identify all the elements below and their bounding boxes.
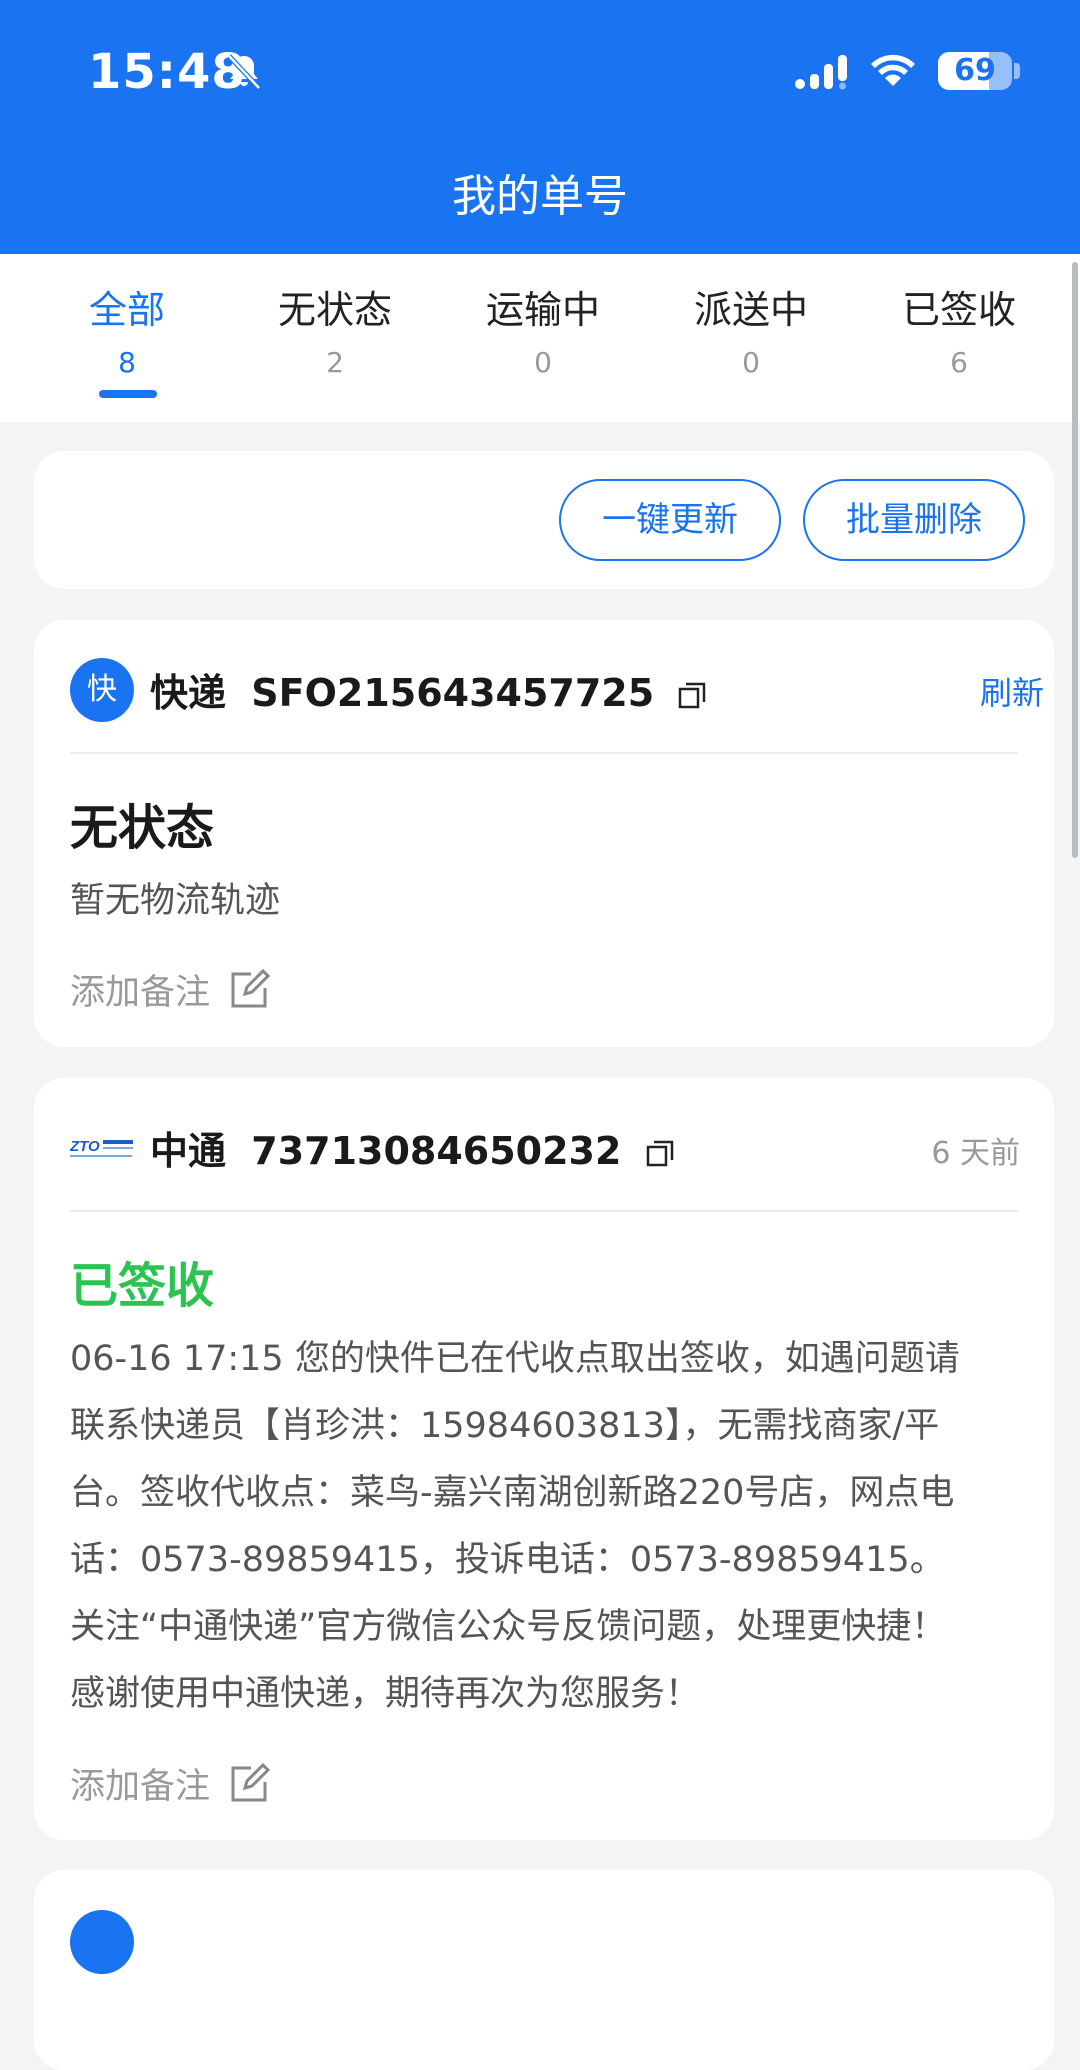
copy-icon[interactable] bbox=[677, 681, 707, 711]
refresh-link[interactable]: 刷新 bbox=[980, 668, 1044, 714]
order-card[interactable]: 快 快递 SFO215643457725 刷新 无状态 暂无物流轨迹 添加备注 bbox=[34, 620, 1054, 1047]
update-all-button[interactable]: 一键更新 bbox=[559, 479, 781, 561]
card-divider bbox=[70, 752, 1018, 754]
tab-no-status[interactable]: 无状态 2 bbox=[231, 284, 439, 379]
tab-label: 全部 bbox=[88, 288, 165, 332]
carrier-and-number: 快递 SFO215643457725 bbox=[150, 662, 707, 717]
edit-icon bbox=[231, 968, 271, 1008]
order-card-header: 快 快递 SFO215643457725 bbox=[70, 620, 1020, 754]
wifi-icon bbox=[871, 54, 915, 86]
action-bar: 一键更新 批量删除 bbox=[34, 451, 1054, 589]
add-note-button[interactable]: 添加备注 bbox=[70, 1758, 271, 1809]
bell-slash-icon bbox=[227, 54, 261, 90]
tab-count: 6 bbox=[950, 346, 968, 379]
tab-signed[interactable]: 已签收 6 bbox=[855, 284, 1063, 379]
carrier-name: 中通 bbox=[150, 1129, 227, 1173]
order-card[interactable] bbox=[34, 1870, 1054, 2070]
status-tabs: 全部 8 无状态 2 运输中 0 派送中 0 已签收 6 bbox=[0, 254, 1080, 422]
description-line: 联系快递员【肖珍洪：15984603813】，无需找商家/平 bbox=[70, 1406, 940, 1446]
order-description: 暂无物流轨迹 bbox=[70, 881, 281, 921]
tab-all[interactable]: 全部 8 bbox=[23, 284, 231, 379]
tracking-number: SFO215643457725 bbox=[251, 671, 655, 715]
battery-cap bbox=[1014, 63, 1020, 79]
tab-label: 派送中 bbox=[693, 288, 808, 332]
app-header: 15:48 69 我的单号 bbox=[0, 0, 1080, 254]
tab-delivering[interactable]: 派送中 0 bbox=[647, 284, 855, 379]
carrier-and-number: 中通 73713084650232 bbox=[150, 1120, 675, 1175]
tab-in-transit[interactable]: 运输中 0 bbox=[439, 284, 647, 379]
tab-label: 无状态 bbox=[277, 288, 392, 332]
tab-count: 8 bbox=[118, 346, 136, 379]
carrier-name: 快递 bbox=[150, 671, 227, 715]
battery-icon: 69 bbox=[938, 52, 1012, 90]
edit-icon bbox=[231, 1762, 271, 1802]
carrier-logo: 快 bbox=[70, 658, 134, 722]
add-note-label: 添加备注 bbox=[70, 1767, 211, 1807]
zto-logo-icon: ZTO bbox=[70, 1138, 133, 1157]
tab-label: 已签收 bbox=[901, 288, 1016, 332]
card-divider bbox=[70, 1210, 1018, 1212]
tab-label: 运输中 bbox=[485, 288, 600, 332]
order-card-header: ZTO 中通 73713084650232 6 天前 bbox=[70, 1078, 1020, 1212]
active-tab-indicator bbox=[99, 390, 157, 398]
time-ago: 6 天前 bbox=[931, 1136, 1020, 1171]
tab-count: 0 bbox=[742, 346, 760, 379]
description-line: 感谢使用中通快递，期待再次为您服务！ bbox=[70, 1674, 701, 1714]
order-card[interactable]: ZTO 中通 73713084650232 6 天前 已签收 06-16 17:… bbox=[34, 1078, 1054, 1840]
tracking-number: 73713084650232 bbox=[251, 1129, 622, 1173]
order-status: 无状态 bbox=[70, 800, 215, 856]
scrollbar[interactable] bbox=[1072, 262, 1078, 858]
status-time: 15:48 bbox=[88, 44, 246, 100]
tab-count: 2 bbox=[326, 346, 344, 379]
description-line: 台。签收代收点：菜鸟-嘉兴南湖创新路220号店，网点电 bbox=[70, 1473, 955, 1513]
description-line: 话：0573-89859415，投诉电话：0573-89859415。 bbox=[70, 1540, 945, 1580]
order-description: 06-16 17:15 您的快件已在代收点取出签收，如遇问题请 联系快递员【肖珍… bbox=[70, 1326, 1020, 1728]
tab-count: 0 bbox=[534, 346, 552, 379]
add-note-label: 添加备注 bbox=[70, 973, 211, 1013]
signal-icon bbox=[795, 55, 847, 90]
copy-icon[interactable] bbox=[645, 1139, 675, 1169]
page-title: 我的单号 bbox=[452, 171, 628, 222]
batch-delete-button[interactable]: 批量删除 bbox=[803, 479, 1025, 561]
svg-text:ZTO: ZTO bbox=[70, 1138, 100, 1155]
description-line: 06-16 17:15 您的快件已在代收点取出签收，如遇问题请 bbox=[70, 1339, 960, 1379]
add-note-button[interactable]: 添加备注 bbox=[70, 964, 271, 1015]
battery-level: 69 bbox=[954, 53, 996, 88]
order-status: 已签收 bbox=[70, 1258, 215, 1314]
description-line: 关注“中通快递”官方微信公众号反馈问题，处理更快捷！ bbox=[70, 1607, 947, 1647]
